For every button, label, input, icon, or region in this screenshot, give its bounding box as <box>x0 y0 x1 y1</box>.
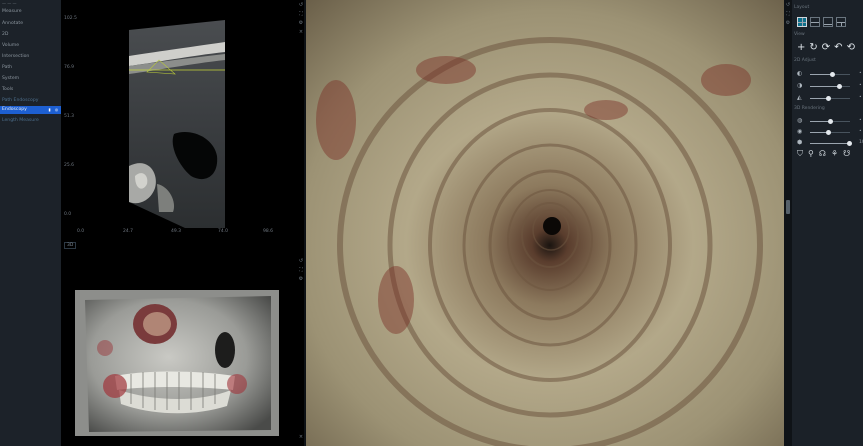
gamma-slider[interactable]: ◭ • <box>797 94 863 102</box>
main-view-toolbar: ↺ ⛶ ⚙ <box>784 0 792 446</box>
undo-icon[interactable]: ↶ <box>834 43 842 53</box>
section-header-2d-adjust: 2D Adjust <box>794 58 816 63</box>
x-tick-label: 24.7 <box>123 229 134 234</box>
shading-icon: ⬢ <box>797 139 803 146</box>
sidebar-item-tools[interactable]: Tools <box>0 86 61 94</box>
reset-icon[interactable]: ⟲ <box>847 43 855 53</box>
layout-4up-button[interactable] <box>797 17 807 27</box>
crosshair-icon[interactable]: + <box>797 43 805 53</box>
x-tick-label: 49.3 <box>171 229 182 234</box>
airway-icon[interactable]: ☋ <box>843 150 850 158</box>
left-sidebar: — — — Measure Annotate 2D Volume Interse… <box>0 0 61 446</box>
layout-2x1-button[interactable] <box>823 17 833 27</box>
sidebar-item-volume[interactable]: Volume <box>0 42 61 50</box>
y-tick-label: 102.5 <box>64 16 77 21</box>
delete-icon[interactable]: ▮ <box>47 107 52 112</box>
layout-1x2-button[interactable] <box>810 17 820 27</box>
gamma-icon: ◭ <box>797 94 802 101</box>
bone-icon[interactable]: ⚲ <box>808 150 814 158</box>
x-tick-label: 74.0 <box>218 229 229 234</box>
y-tick-label: 51.3 <box>64 114 75 119</box>
sidebar-item-intersection[interactable]: Intersection <box>0 53 61 61</box>
slider-knob[interactable] <box>837 84 842 89</box>
x-tick-label: 0.0 <box>77 229 85 234</box>
brightness-icon: ◑ <box>797 82 803 89</box>
reset-view-icon[interactable]: ↺ <box>785 2 791 8</box>
shading-slider[interactable]: ⬢ 10 <box>797 139 863 147</box>
opacity-slider[interactable]: ◍ • <box>797 117 863 125</box>
endoscopy-render-image[interactable] <box>306 0 784 446</box>
section-header-view: View <box>794 32 805 37</box>
sidebar-item-endoscopy[interactable]: Endoscopy ▮ ◎ <box>0 106 61 114</box>
layout-buttons <box>797 17 846 27</box>
view-tools: + ↻ ⟳ ↶ ⟲ <box>797 43 855 53</box>
settings-icon[interactable]: ◎ <box>54 107 59 112</box>
slider-knob[interactable] <box>826 96 831 101</box>
x-tick-label: 98.6 <box>263 229 274 234</box>
view-3d-label: 3D <box>64 242 77 249</box>
settings-icon[interactable]: ⚙ <box>785 20 791 26</box>
rotate-icon[interactable]: ↻ <box>809 43 817 53</box>
render-preset-icons: ⛉ ⚲ ☊ ⚘ ☋ <box>797 150 850 158</box>
volume-render-viewport[interactable]: 3D ↺ ⛶ ⚙ × <box>61 240 304 446</box>
sidebar-item-path-endoscopy[interactable]: Path Endoscopy <box>0 97 61 105</box>
slice-viewport[interactable]: 102.5 76.9 51.3 25.6 0.0 0.0 24.7 49.3 7… <box>61 0 304 238</box>
scrollbar-thumb[interactable] <box>786 200 790 214</box>
slider-knob[interactable] <box>828 119 833 124</box>
right-panel: Layout View + ↻ ⟳ ↶ ⟲ 2D Adjust ◐ • ◑ • … <box>792 0 863 446</box>
sidebar-item-path[interactable]: Path <box>0 64 61 72</box>
skin-icon[interactable]: ☊ <box>819 150 826 158</box>
sidebar-item-measure[interactable]: Measure <box>0 8 61 16</box>
sidebar-item-annotate[interactable]: Annotate <box>0 20 61 28</box>
brightness-slider[interactable]: ◑ • <box>797 82 863 90</box>
sidebar-item-system[interactable]: System <box>0 75 61 83</box>
section-header-3d-rendering: 3D Rendering <box>794 106 825 111</box>
y-tick-label: 76.9 <box>64 65 75 70</box>
sidebar-title: — — — <box>2 1 17 6</box>
slider-knob[interactable] <box>847 141 852 146</box>
light-icon: ◉ <box>797 128 803 135</box>
y-tick-label: 0.0 <box>64 212 72 217</box>
tooth-icon[interactable]: ⛉ <box>797 150 803 158</box>
vessel-icon[interactable]: ⚘ <box>831 150 838 158</box>
sidebar-item-length-measure[interactable]: Length Measure <box>0 117 61 125</box>
y-tick-label: 25.6 <box>64 163 75 168</box>
maximize-icon[interactable]: ⛶ <box>785 11 791 17</box>
refresh-icon[interactable]: ⟳ <box>822 43 830 53</box>
opacity-icon: ◍ <box>797 117 803 124</box>
sidebar-item-2d[interactable]: 2D <box>0 31 61 39</box>
endoscopy-viewport[interactable] <box>306 0 784 446</box>
layout-1-2-button[interactable] <box>836 17 846 27</box>
section-header-layout: Layout <box>794 5 810 10</box>
skull-render-image[interactable] <box>75 290 279 436</box>
ct-slice-image[interactable] <box>129 16 225 228</box>
slider-knob[interactable] <box>826 130 831 135</box>
shading-value: 10 <box>859 140 863 145</box>
slider-knob[interactable] <box>830 72 835 77</box>
light-slider[interactable]: ◉ • <box>797 128 863 136</box>
contrast-icon: ◐ <box>797 70 803 77</box>
contrast-slider[interactable]: ◐ • <box>797 70 863 78</box>
